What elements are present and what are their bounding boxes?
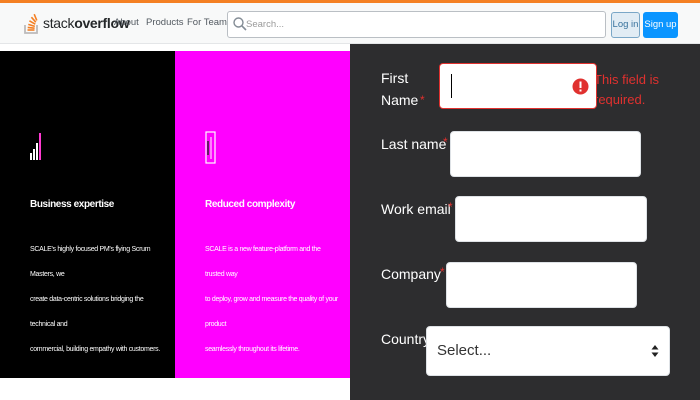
country-select-value: Select... — [437, 342, 492, 359]
select-arrows-icon — [651, 344, 659, 358]
error-icon — [572, 78, 589, 95]
work-email-input[interactable] — [455, 196, 647, 242]
company-input[interactable] — [446, 262, 637, 308]
first-name-input[interactable] — [439, 63, 597, 109]
feature-title: Reduced complexity — [205, 199, 296, 210]
feature-business-expertise: Business expertise SCALE's highly focuse… — [0, 51, 175, 378]
text-caret — [451, 74, 452, 98]
feature-description: SCALE's highly focused PM's flying Scrum… — [30, 246, 160, 353]
required-marker: * — [420, 93, 425, 107]
signup-button[interactable]: Sign up — [643, 12, 678, 38]
required-marker: * — [443, 135, 448, 149]
required-marker: * — [448, 200, 453, 214]
required-marker: * — [440, 265, 445, 279]
nav-about[interactable]: About — [114, 17, 139, 28]
nav-for-teams[interactable]: For Teams — [187, 17, 232, 28]
feature-title: Business expertise — [30, 199, 114, 210]
stackoverflow-logo-icon — [24, 11, 40, 35]
feature-description: SCALE is a new feature-platform and the … — [205, 246, 338, 353]
last-name-label: Last name — [381, 136, 447, 152]
contact-form: First Name * This field is required. Las… — [350, 44, 700, 400]
nav-products[interactable]: Products — [146, 17, 184, 28]
work-email-label: Work email — [381, 201, 451, 217]
section-gap — [0, 44, 350, 51]
search-placeholder: Search... — [246, 19, 285, 30]
country-label: Country — [381, 331, 431, 347]
last-name-input[interactable] — [450, 131, 641, 177]
document-icon — [205, 131, 217, 170]
first-name-error: This field is required. — [594, 72, 660, 107]
company-label: Company — [381, 266, 441, 282]
search-input[interactable]: Search... — [227, 11, 606, 38]
first-name-label: First Name — [381, 70, 419, 108]
country-select[interactable]: Select... — [426, 326, 670, 376]
page-bottom-area — [0, 378, 350, 400]
bar-chart-icon — [30, 131, 42, 166]
login-button[interactable]: Log in — [611, 12, 640, 38]
feature-reduced-complexity: Reduced complexity SCALE is a new featur… — [175, 51, 350, 378]
top-navigation-bar: stackoverflow About Products For Teams S… — [0, 0, 700, 44]
